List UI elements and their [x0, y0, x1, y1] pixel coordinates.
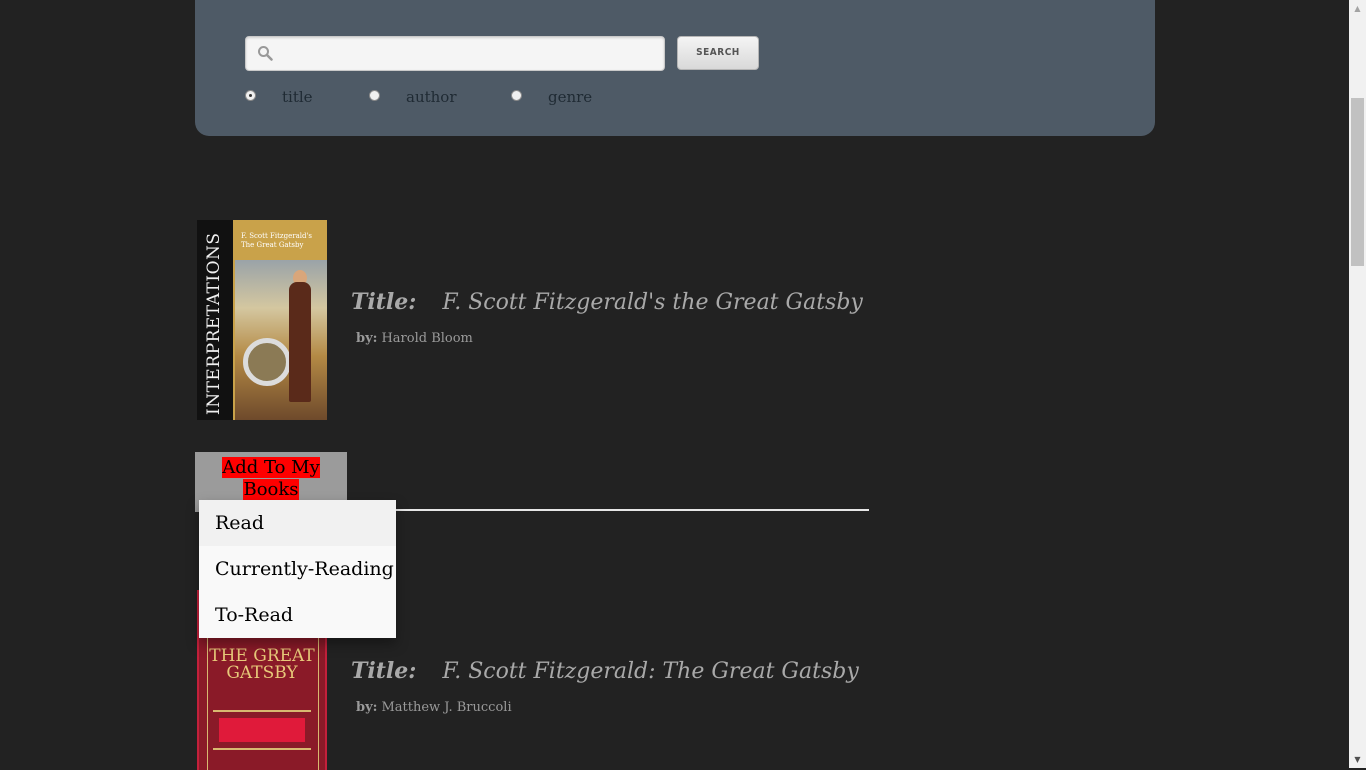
scroll-down-arrow-icon[interactable]: ▼ — [1349, 751, 1366, 768]
search-icon — [258, 46, 273, 61]
author-value: Matthew J. Bruccoli — [381, 700, 512, 715]
cover-photo — [235, 260, 327, 420]
cover-spine-text: INTERPRETATIONS — [204, 232, 224, 415]
radio-title[interactable] — [245, 90, 256, 101]
add-to-my-books-label: Add To My Books — [222, 457, 320, 500]
cover-title-art: THE GREAT GATSBY — [209, 646, 315, 683]
menu-item-to-read[interactable]: To-Read — [199, 592, 396, 638]
radio-label-title: title — [282, 88, 313, 106]
by-label: by: — [356, 700, 378, 715]
title-value: F. Scott Fitzgerald: The Great Gatsby — [442, 659, 859, 684]
book-author: by: Harold Bloom — [356, 331, 473, 346]
search-input[interactable] — [245, 36, 665, 71]
cover-wheel — [243, 338, 291, 386]
add-to-books-menu: Read Currently-Reading To-Read — [199, 500, 396, 638]
scroll-thumb[interactable] — [1351, 98, 1364, 266]
cover-top-text: F. Scott Fitzgerald's The Great Gatsby — [241, 232, 312, 249]
title-label: Title: — [351, 658, 417, 684]
menu-item-read[interactable]: Read — [199, 500, 396, 546]
vertical-scrollbar[interactable]: ▲ ▼ — [1349, 0, 1366, 768]
search-button[interactable]: SEARCH — [677, 36, 759, 70]
book-author: by: Matthew J. Bruccoli — [356, 700, 512, 715]
by-label: by: — [356, 331, 378, 346]
radio-label-author: author — [406, 88, 457, 106]
book-cover[interactable]: INTERPRETATIONS F. Scott Fitzgerald's Th… — [197, 220, 327, 420]
menu-item-currently-reading[interactable]: Currently-Reading — [199, 546, 396, 592]
author-value: Harold Bloom — [381, 331, 473, 346]
radio-author[interactable] — [369, 90, 380, 101]
book-title: Title: F. Scott Fitzgerald's the Great Ga… — [351, 289, 863, 315]
title-label: Title: — [351, 289, 417, 315]
title-value: F. Scott Fitzgerald's the Great Gatsby — [442, 290, 863, 315]
radio-genre[interactable] — [511, 90, 522, 101]
search-panel: SEARCH title author genre — [195, 0, 1155, 136]
cover-band — [219, 718, 305, 742]
radio-label-genre: genre — [548, 88, 593, 106]
divider — [347, 509, 869, 511]
cover-figure — [289, 282, 311, 402]
book-title: Title: F. Scott Fitzgerald: The Great Gat… — [351, 658, 859, 684]
scroll-up-arrow-icon[interactable]: ▲ — [1349, 0, 1366, 17]
